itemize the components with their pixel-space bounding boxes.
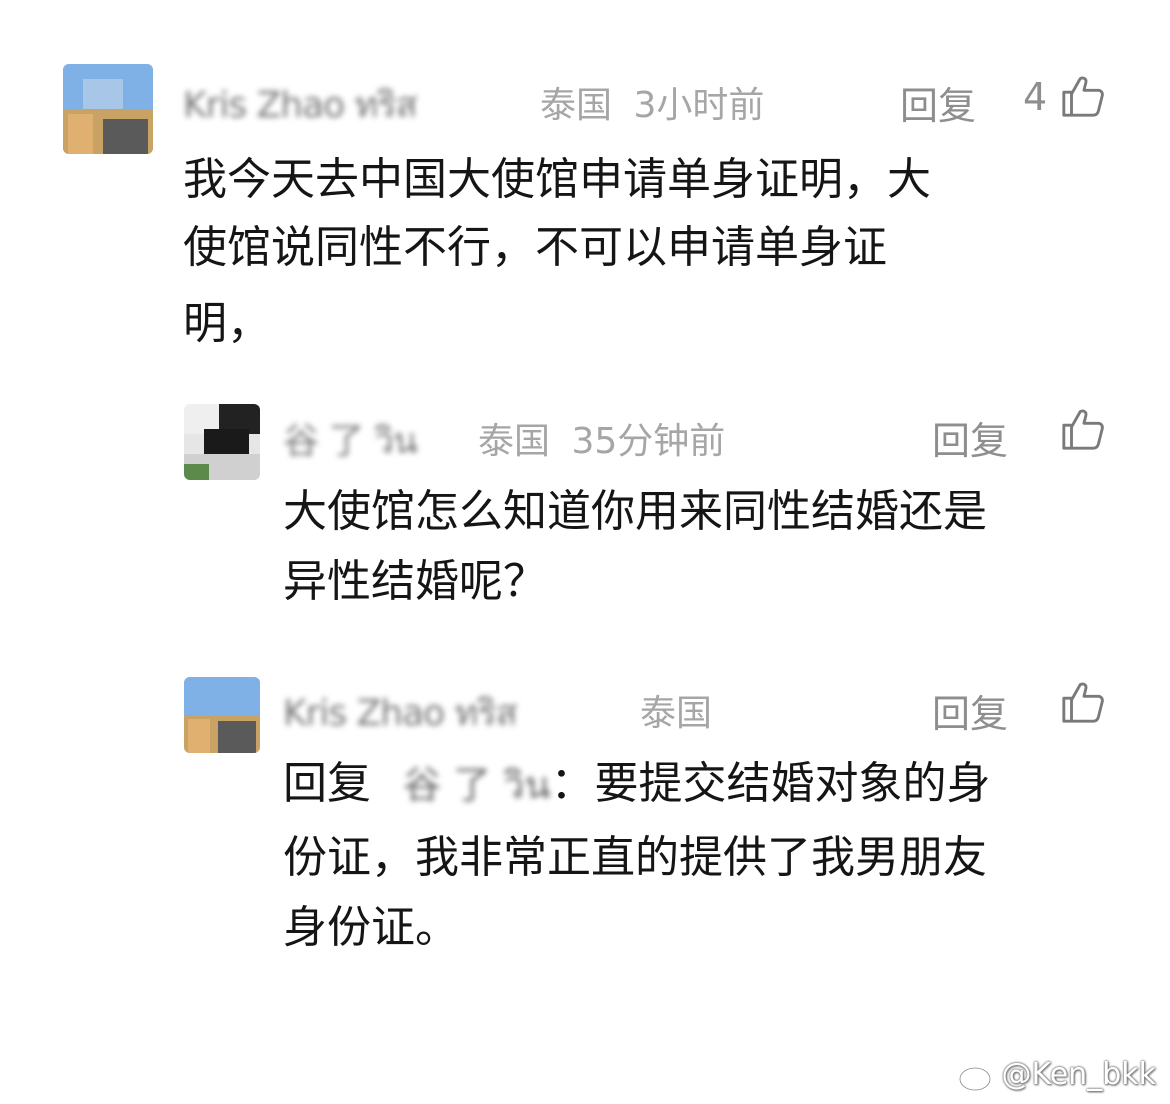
thumbs-up-icon[interactable] <box>1060 679 1106 725</box>
comment-text-line: 份证，我非常正直的提供了我男朋友 <box>283 832 987 883</box>
comment-meta: 泰国 3小时前 <box>540 76 764 128</box>
comment-text-line: 明， <box>183 298 271 349</box>
comment-text-line: 使馆说同性不行，不可以申请单身证 <box>183 222 887 273</box>
avatar-pixel <box>184 677 260 715</box>
avatar-pixel <box>218 721 256 753</box>
comment-text-line: ：要提交结婚对象的身 <box>550 758 991 809</box>
avatar[interactable] <box>63 64 153 154</box>
comment-text-line: 大使馆怎么知道你用来同性结婚还是 <box>283 486 987 537</box>
avatar-pixel <box>68 114 93 154</box>
avatar-pixel <box>188 719 210 753</box>
timestamp: 3小时前 <box>633 85 765 126</box>
timestamp: 35分钟前 <box>571 421 726 462</box>
avatar-pixel <box>204 429 249 454</box>
avatar[interactable] <box>184 404 260 480</box>
location: 泰国 <box>640 693 713 734</box>
watermark-text: @Ken_bkk <box>1001 1057 1156 1092</box>
thumbs-up-icon[interactable] <box>1060 406 1106 452</box>
comment-text-line: 身份证。 <box>283 902 459 953</box>
reply-button[interactable]: 回复 <box>900 75 976 130</box>
avatar-pixel <box>184 464 209 480</box>
user-name[interactable]: Kris Zhao ทริส <box>183 76 418 133</box>
reply-button[interactable]: 回复 <box>932 410 1008 465</box>
location: 泰国 <box>540 85 613 126</box>
reply-line: 回复 谷 了 วิน：要提交结婚对象的身 <box>283 750 990 819</box>
reply-button[interactable]: 回复 <box>932 683 1008 738</box>
user-name[interactable]: 谷 了 วิน <box>283 412 418 469</box>
comment-text-line: 异性结婚呢？ <box>283 556 547 607</box>
weibo-icon <box>958 1062 996 1091</box>
comment-text-line: 我今天去中国大使馆申请单身证明，大 <box>183 154 931 205</box>
watermark: @Ken_bkk <box>958 1057 1156 1092</box>
location: 泰国 <box>478 421 551 462</box>
avatar[interactable] <box>184 677 260 753</box>
thumbs-up-icon[interactable] <box>1060 73 1106 119</box>
reply-target-user[interactable]: 谷 了 วิน <box>403 763 550 807</box>
like-count: 4 <box>1023 75 1048 119</box>
user-name[interactable]: Kris Zhao ทริส <box>283 684 518 741</box>
comment-meta: 泰国 35分钟前 <box>478 412 725 464</box>
avatar-pixel <box>103 119 148 154</box>
reply-prefix: 回复 <box>283 758 371 809</box>
